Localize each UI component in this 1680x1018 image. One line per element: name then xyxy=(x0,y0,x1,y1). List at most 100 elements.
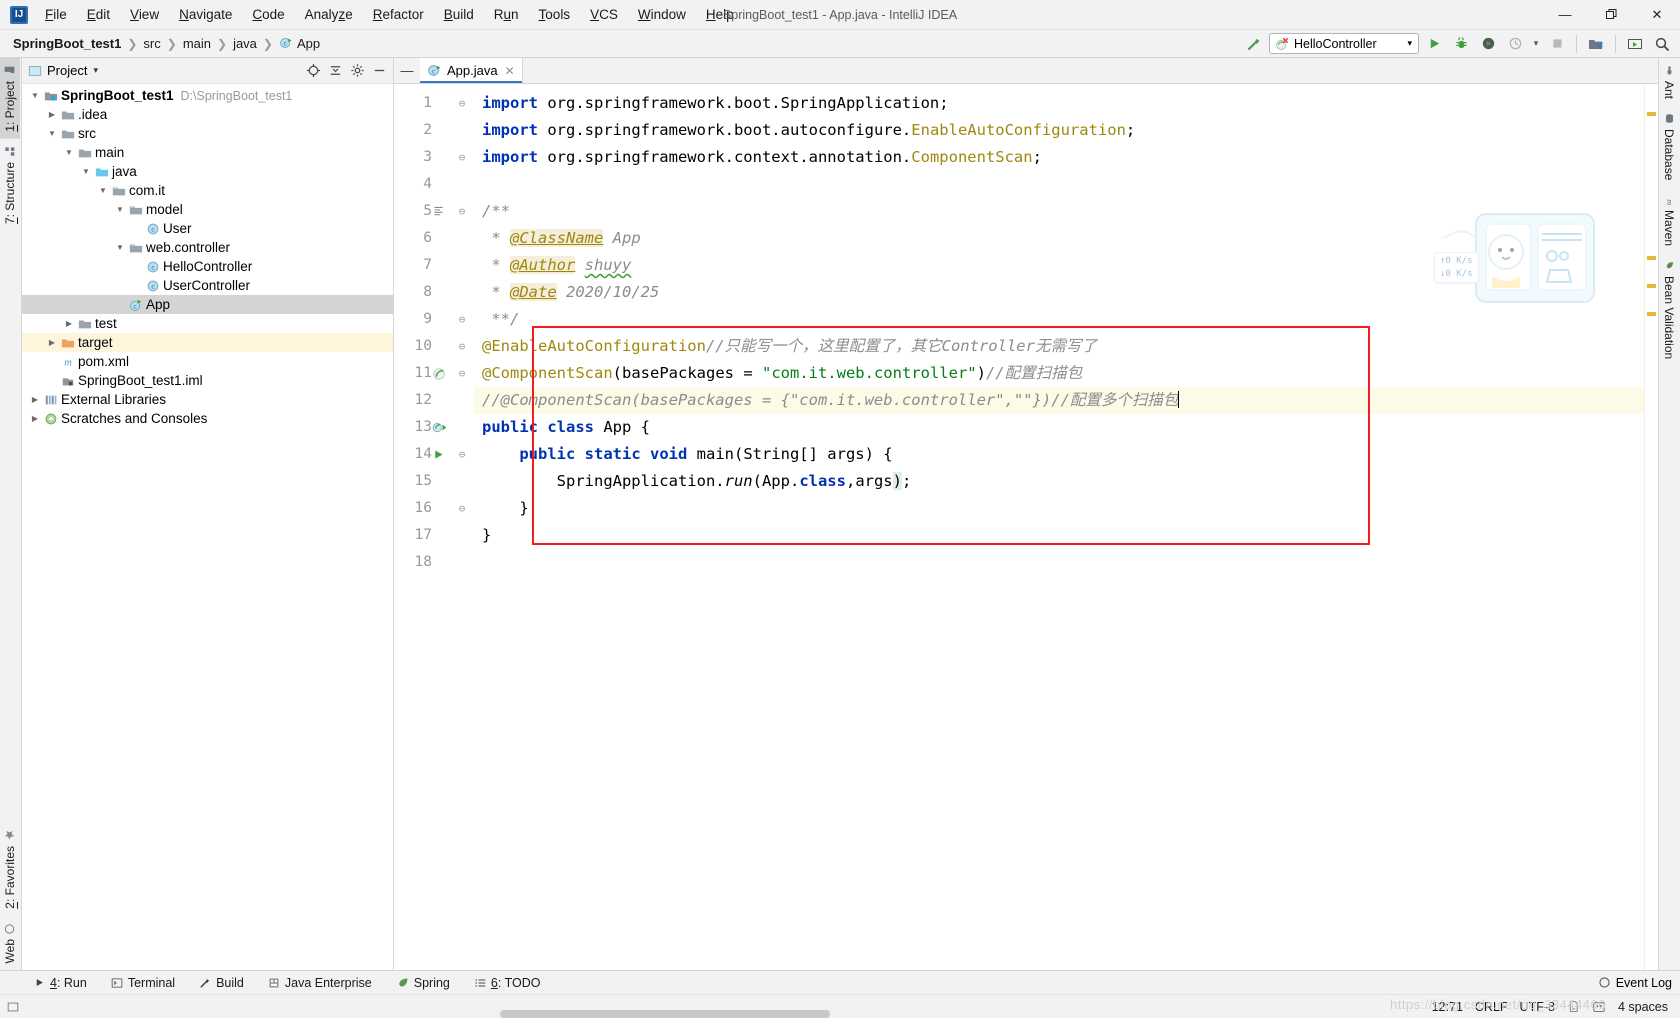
code-line-8[interactable]: * @Date 2020/10/25 xyxy=(474,279,1644,306)
bottom-tool-buttons[interactable]: 4: Run Terminal Build Java Enterprise Spring… xyxy=(22,973,552,993)
marker-warning-1[interactable] xyxy=(1647,112,1656,116)
menu-item-window[interactable]: Window xyxy=(629,3,695,26)
editor-gutter[interactable]: 1 ⊖ 2 3 ⊖ 4 5 ⊖ 6 7 8 9 ⊖ 10 ⊖ 11 ⊖ 12 13 14 ⊖ 15 16 ⊖ 17 18 xyxy=(394,84,474,970)
settings-gear-icon[interactable] xyxy=(347,61,367,81)
code-line-7[interactable]: * @Author shuyy xyxy=(474,252,1644,279)
run-with-coverage-icon[interactable] xyxy=(1476,33,1500,55)
code-line-5[interactable]: /** xyxy=(474,198,1644,225)
code-line-1[interactable]: import org.springframework.boot.SpringAp… xyxy=(474,90,1644,117)
gutter-line-17[interactable]: 17 xyxy=(394,522,474,549)
gutter-line-1[interactable]: 1 ⊖ xyxy=(394,90,474,117)
minimize-button[interactable]: — xyxy=(1542,7,1588,23)
indent-setting[interactable]: 4 spaces xyxy=(1618,1000,1668,1014)
chevron-right-icon[interactable]: ▶ xyxy=(28,414,42,423)
chevron-down-icon[interactable]: ▼ xyxy=(113,205,127,214)
menu-item-navigate[interactable]: Navigate xyxy=(170,3,241,26)
breadcrumb-item-main[interactable]: main xyxy=(178,34,216,53)
tree-node-com-it[interactable]: ▼ com.it xyxy=(22,181,393,200)
locate-icon[interactable] xyxy=(303,61,323,81)
tool-window-tab-2-favorites[interactable]: 2: Favorites xyxy=(0,823,20,916)
gutter-line-15[interactable]: 15 xyxy=(394,468,474,495)
tree-node-target[interactable]: ▶ target xyxy=(22,333,393,352)
tool-window-tab-maven[interactable]: m Maven xyxy=(1659,187,1679,253)
reader-mode-icon[interactable] xyxy=(1592,1000,1606,1014)
menu-item-tools[interactable]: Tools xyxy=(530,3,580,26)
tree-node-hellocontroller[interactable]: c HelloController xyxy=(22,257,393,276)
menu-item-view[interactable]: View xyxy=(121,3,168,26)
maximize-button[interactable] xyxy=(1588,7,1634,23)
hammer-icon[interactable] xyxy=(1242,33,1266,55)
chevron-right-icon[interactable]: ▶ xyxy=(45,338,59,347)
code-line-11[interactable]: @ComponentScan(basePackages = "com.it.we… xyxy=(474,360,1644,387)
breadcrumb[interactable]: SpringBoot_test1 ❯ src ❯ main ❯ java ❯ c App xyxy=(8,34,325,53)
chevron-down-icon[interactable]: ▼ xyxy=(62,148,76,157)
gutter-line-8[interactable]: 8 xyxy=(394,279,474,306)
memory-indicator-icon[interactable] xyxy=(6,1000,20,1014)
run-configuration-selector[interactable]: HelloController ▾ xyxy=(1269,33,1419,54)
chevron-right-icon[interactable]: ▶ xyxy=(62,319,76,328)
run-gutter-icon[interactable] xyxy=(432,448,452,461)
update-icon[interactable] xyxy=(1623,33,1647,55)
tree-node-app[interactable]: c App xyxy=(22,295,393,314)
tree-node-main[interactable]: ▼ main xyxy=(22,143,393,162)
code-line-10[interactable]: @EnableAutoConfiguration//只能写一个，这里配置了，其它… xyxy=(474,333,1644,360)
code-fold-start-icon[interactable]: ⊖ xyxy=(452,333,472,360)
tool-window-tab-7-structure[interactable]: 7: Structure xyxy=(0,139,20,231)
code-line-12[interactable]: //@ComponentScan(basePackages = {"com.it… xyxy=(474,387,1644,414)
code-line-13[interactable]: public class App { xyxy=(474,414,1644,441)
breadcrumb-item-src[interactable]: src xyxy=(138,34,165,53)
tree-node-springboot-test1-iml[interactable]: SpringBoot_test1.iml xyxy=(22,371,393,390)
hide-window-icon[interactable] xyxy=(369,61,389,81)
menu-item-help[interactable]: Help xyxy=(697,3,743,26)
tool-window-tab-ant[interactable]: Ant xyxy=(1659,58,1679,106)
spring-run-icon[interactable] xyxy=(432,421,452,434)
code-line-3[interactable]: import org.springframework.context.annot… xyxy=(474,144,1644,171)
menu-item-edit[interactable]: Edit xyxy=(78,3,119,26)
code-line-15[interactable]: SpringApplication.run(App.class,args); xyxy=(474,468,1644,495)
gutter-line-10[interactable]: 10 ⊖ xyxy=(394,333,474,360)
spring-bean-icon[interactable] xyxy=(432,367,452,381)
gutter-line-16[interactable]: 16 ⊖ xyxy=(394,495,474,522)
code-line-14[interactable]: public static void main(String[] args) { xyxy=(474,441,1644,468)
code-fold-start-icon[interactable]: ⊖ xyxy=(452,198,472,225)
menu-item-refactor[interactable]: Refactor xyxy=(364,3,433,26)
tool-window-tab-bean-validation[interactable]: Bean Validation xyxy=(1659,253,1679,366)
gutter-line-4[interactable]: 4 xyxy=(394,171,474,198)
menu-item-analyze[interactable]: Analyze xyxy=(296,3,362,26)
gutter-line-9[interactable]: 9 ⊖ xyxy=(394,306,474,333)
code-line-2[interactable]: import org.springframework.boot.autoconf… xyxy=(474,117,1644,144)
code-line-6[interactable]: * @ClassName App xyxy=(474,225,1644,252)
editor-marker-column[interactable] xyxy=(1644,84,1658,970)
menu-item-run[interactable]: Run xyxy=(485,3,528,26)
project-tree[interactable]: ▼ SpringBoot_test1 D:\SpringBoot_test1 ▶ .id… xyxy=(22,84,393,970)
chevron-right-icon[interactable]: ▶ xyxy=(45,110,59,119)
code-line-9[interactable]: **/ xyxy=(474,306,1644,333)
chevron-right-icon[interactable]: ▶ xyxy=(28,395,42,404)
line-separator[interactable]: CRLF xyxy=(1475,1000,1508,1014)
code-line-4[interactable] xyxy=(474,171,1644,198)
event-log-button[interactable]: Event Log xyxy=(1598,976,1680,990)
close-icon[interactable]: ✕ xyxy=(505,64,515,78)
tree-node--idea[interactable]: ▶ .idea xyxy=(22,105,393,124)
bottom-tab-4-run[interactable]: 4: Run xyxy=(22,973,99,993)
gutter-line-5[interactable]: 5 ⊖ xyxy=(394,198,474,225)
code-line-17[interactable]: } xyxy=(474,522,1644,549)
profiler-dropdown-icon[interactable]: ▾ xyxy=(1530,33,1542,55)
gutter-line-14[interactable]: 14 ⊖ xyxy=(394,441,474,468)
doc-render-icon[interactable] xyxy=(432,205,452,218)
gutter-line-13[interactable]: 13 xyxy=(394,414,474,441)
code-line-16[interactable]: } xyxy=(474,495,1644,522)
tree-node-java[interactable]: ▼ java xyxy=(22,162,393,181)
tool-window-tab-1-project[interactable]: 1: Project xyxy=(0,58,20,139)
tool-window-tab-database[interactable]: Database xyxy=(1659,106,1679,187)
menu-item-file[interactable]: File xyxy=(36,3,76,26)
window-controls[interactable]: — ✕ xyxy=(1542,7,1680,23)
breadcrumb-item-java[interactable]: java xyxy=(228,34,262,53)
menu-item-vcs[interactable]: VCS xyxy=(581,3,627,26)
breadcrumb-item-app[interactable]: c App xyxy=(274,34,325,53)
code-fold-end-icon[interactable]: ⊖ xyxy=(452,495,472,522)
menu-item-code[interactable]: Code xyxy=(243,3,293,26)
tree-node-springboot-test1[interactable]: ▼ SpringBoot_test1 D:\SpringBoot_test1 xyxy=(22,86,393,105)
stop-icon[interactable] xyxy=(1545,33,1569,55)
chevron-down-icon[interactable]: ▼ xyxy=(96,186,110,195)
